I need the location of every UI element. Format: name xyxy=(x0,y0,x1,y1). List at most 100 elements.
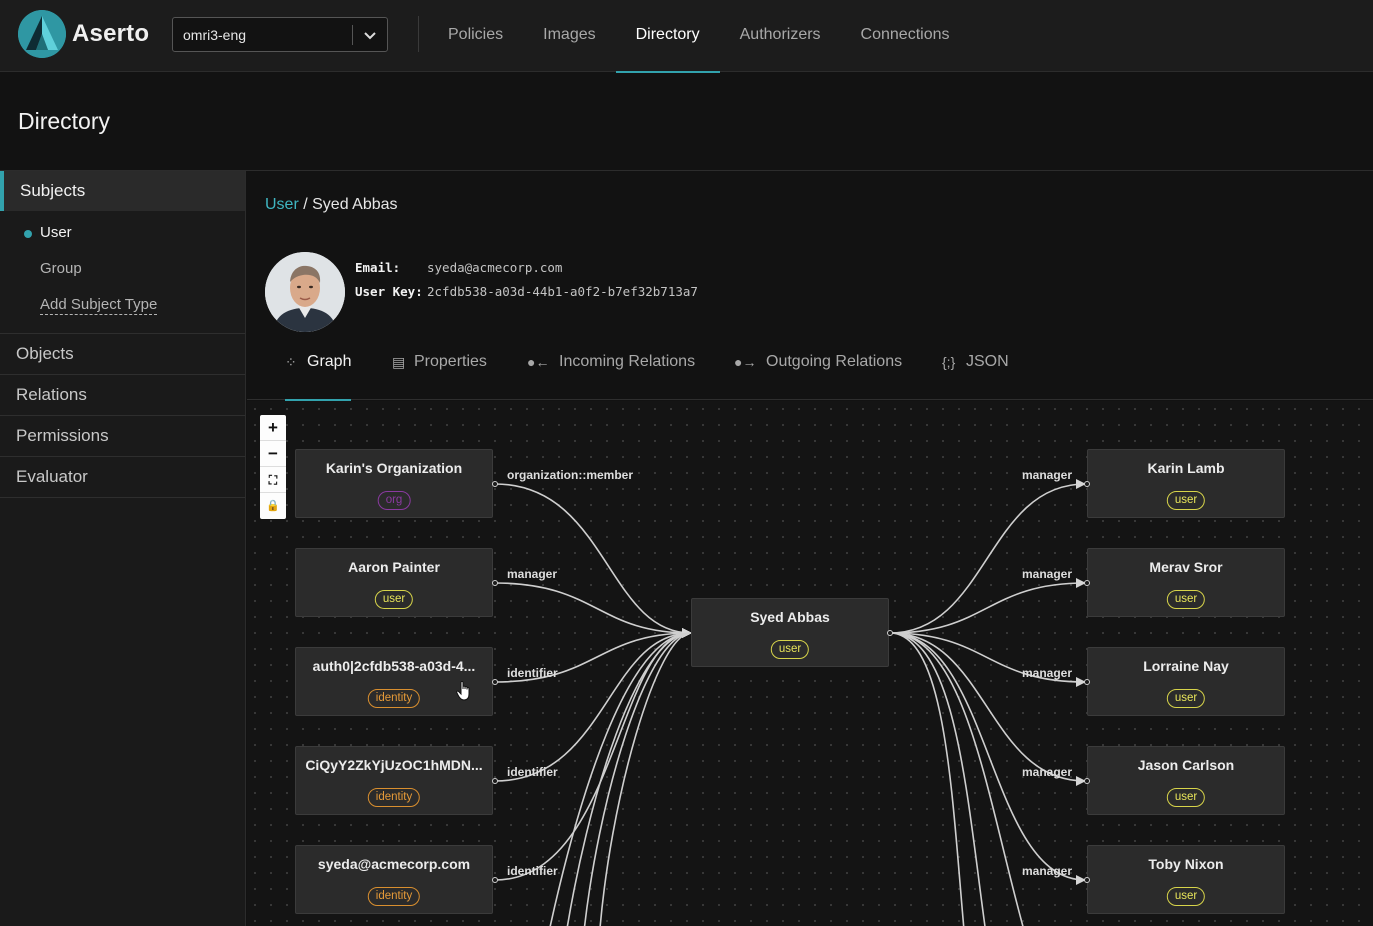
graph-node-incoming[interactable]: Karin's Organization org xyxy=(295,449,493,518)
breadcrumb-user-link[interactable]: User xyxy=(265,196,299,213)
node-title: syeda@acmecorp.com xyxy=(317,856,471,872)
main-nav: Policies Images Directory Authorizers Co… xyxy=(428,0,970,73)
relation-graph[interactable]: + − ⛶ 🔒 Karin's Organization org Aaron P… xyxy=(247,401,1373,926)
fit-view-button[interactable]: ⛶ xyxy=(260,467,286,493)
add-subject-type-link[interactable]: Add Subject Type xyxy=(0,287,245,323)
node-title: Syed Abbas xyxy=(750,609,830,625)
sidebar-subitem-user[interactable]: User xyxy=(0,215,245,251)
node-type-badge: user xyxy=(1166,590,1206,609)
tab-label: Incoming Relations xyxy=(559,353,696,370)
zoom-out-button[interactable]: − xyxy=(260,441,286,467)
tenant-selector[interactable]: omri3-eng xyxy=(172,17,388,52)
edge-label: identifier xyxy=(507,666,558,680)
tab-json[interactable]: {;} JSON xyxy=(942,340,1009,400)
email-label: Email: xyxy=(355,260,401,275)
properties-icon: ▤ xyxy=(392,354,406,370)
tenant-divider xyxy=(352,25,353,45)
node-type-badge: user xyxy=(374,590,414,609)
json-icon: {;} xyxy=(942,354,956,370)
edge-label: identifier xyxy=(507,864,558,878)
graph-node-outgoing[interactable]: Lorraine Nay user xyxy=(1087,647,1285,716)
sidebar-section-subjects: Subjects User Group Add Subject Type xyxy=(0,171,245,334)
edge-label: identifier xyxy=(507,765,558,779)
sidebar-section-objects: Objects xyxy=(0,334,245,375)
node-type-badge: user xyxy=(1166,491,1206,510)
graph-node-outgoing[interactable]: Jason Carlson user xyxy=(1087,746,1285,815)
sidebar-item-relations[interactable]: Relations xyxy=(0,375,245,415)
node-title: CiQyY2ZkYjUzOC1hMDN... xyxy=(305,757,483,773)
sidebar-item-objects[interactable]: Objects xyxy=(0,334,245,374)
graph-node-outgoing[interactable]: Toby Nixon user xyxy=(1087,845,1285,914)
edge-outgoing-2 xyxy=(889,578,1086,634)
graph-node-outgoing[interactable]: Karin Lamb user xyxy=(1087,449,1285,518)
brand-name: Aserto xyxy=(72,20,150,47)
node-title: Karin Lamb xyxy=(1147,460,1225,476)
tab-graph[interactable]: ⁘ Graph xyxy=(285,340,352,401)
node-port[interactable] xyxy=(492,778,498,784)
node-title: Aaron Painter xyxy=(348,559,440,575)
graph-node-incoming[interactable]: syeda@acmecorp.com identity xyxy=(295,845,493,914)
add-subject-type-label: Add Subject Type xyxy=(40,296,158,315)
graph-node-center[interactable]: Syed Abbas user xyxy=(691,598,889,667)
sidebar-section-evaluator: Evaluator xyxy=(0,457,245,498)
nav-images[interactable]: Images xyxy=(523,0,615,72)
sidebar-item-subjects[interactable]: Subjects xyxy=(0,171,245,211)
tab-label: JSON xyxy=(966,353,1009,370)
graph-node-outgoing[interactable]: Merav Sror user xyxy=(1087,548,1285,617)
node-port[interactable] xyxy=(1084,481,1090,487)
sidebar: Subjects User Group Add Subject Type Obj… xyxy=(0,171,246,926)
node-port[interactable] xyxy=(492,580,498,586)
node-title: Merav Sror xyxy=(1149,559,1223,575)
node-type-badge: org xyxy=(377,491,411,510)
tab-incoming-relations[interactable]: ●← Incoming Relations xyxy=(527,340,695,400)
nav-directory[interactable]: Directory xyxy=(615,0,720,73)
node-title: Jason Carlson xyxy=(1137,757,1235,773)
edge-label: manager xyxy=(1022,864,1073,878)
nav-connections[interactable]: Connections xyxy=(841,0,970,72)
main-content: User / Syed Abbas Email: syeda@acmecorp.… xyxy=(247,172,1373,926)
edge-label: manager xyxy=(1022,666,1073,680)
tab-outgoing-relations[interactable]: ●→ Outgoing Relations xyxy=(734,340,902,400)
edge-outgoing-4 xyxy=(889,632,1086,786)
node-port[interactable] xyxy=(1084,679,1090,685)
user-key-label: User Key: xyxy=(355,284,423,299)
node-type-badge: user xyxy=(1166,689,1206,708)
graph-node-incoming[interactable]: CiQyY2ZkYjUzOC1hMDN... identity xyxy=(295,746,493,815)
lock-icon[interactable]: 🔒 xyxy=(260,493,286,519)
tenant-value: omri3-eng xyxy=(183,27,247,43)
edge-label: manager xyxy=(1022,567,1073,581)
nav-policies[interactable]: Policies xyxy=(428,0,523,72)
edge-outgoing-offscreen-3 xyxy=(889,632,1024,926)
node-port[interactable] xyxy=(1084,580,1090,586)
sidebar-subitem-group[interactable]: Group xyxy=(0,251,245,287)
node-port[interactable] xyxy=(1084,877,1090,883)
node-port[interactable] xyxy=(887,630,893,636)
chevron-down-icon[interactable] xyxy=(361,26,379,44)
node-port[interactable] xyxy=(492,481,498,487)
page-header: Directory xyxy=(0,73,1373,171)
tab-label: Outgoing Relations xyxy=(766,353,903,370)
node-port[interactable] xyxy=(492,877,498,883)
brand[interactable]: Aserto xyxy=(18,10,149,58)
edge-incoming-offscreen-1 xyxy=(549,632,692,926)
nav-authorizers[interactable]: Authorizers xyxy=(720,0,841,72)
graph-node-incoming[interactable]: Aaron Painter user xyxy=(295,548,493,617)
hand-cursor-icon xyxy=(456,681,470,701)
node-title: Karin's Organization xyxy=(325,460,463,476)
node-title: auth0|2cfdb538-a03d-4... xyxy=(312,658,476,674)
edge-label: manager xyxy=(1022,468,1073,482)
node-type-badge: user xyxy=(770,640,810,659)
node-type-badge: identity xyxy=(367,887,421,906)
edge-incoming-org xyxy=(494,483,692,638)
tab-properties[interactable]: ▤ Properties xyxy=(392,340,487,400)
graph-icon: ⁘ xyxy=(285,354,297,370)
sidebar-item-permissions[interactable]: Permissions xyxy=(0,416,245,456)
node-port[interactable] xyxy=(1084,778,1090,784)
zoom-in-button[interactable]: + xyxy=(260,415,286,441)
node-title: Lorraine Nay xyxy=(1143,658,1229,674)
node-port[interactable] xyxy=(492,679,498,685)
tab-label: Graph xyxy=(307,353,352,370)
edge-label: organization::member xyxy=(507,468,634,482)
node-type-badge: identity xyxy=(367,788,421,807)
sidebar-item-evaluator[interactable]: Evaluator xyxy=(0,457,245,497)
